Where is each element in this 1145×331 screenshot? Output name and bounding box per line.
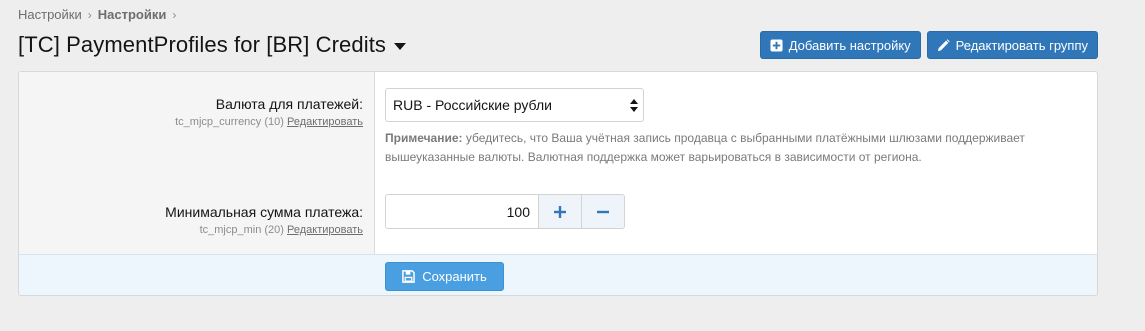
- plus-square-icon: [770, 38, 783, 52]
- currency-note-label: Примечание:: [385, 131, 463, 145]
- currency-option-id: tc_mjcp_currency (10): [175, 116, 284, 128]
- increment-button[interactable]: [538, 195, 581, 228]
- min-amount-edit-link[interactable]: Редактировать: [287, 224, 363, 236]
- form-footer: Сохранить: [19, 254, 1097, 295]
- currency-note-text: убедитесь, что Ваша учётная запись прода…: [385, 131, 1025, 164]
- pencil-icon: [937, 38, 950, 51]
- header-actions: Добавить настройку Редактировать группу: [759, 31, 1098, 59]
- add-setting-button[interactable]: Добавить настройку: [759, 31, 921, 59]
- breadcrumb-chevron-icon: ›: [87, 7, 92, 22]
- breadcrumb-item-settings[interactable]: Настройки: [18, 7, 82, 22]
- edit-group-label: Редактировать группу: [955, 37, 1088, 53]
- save-label: Сохранить: [422, 269, 487, 284]
- minus-icon: [597, 210, 609, 213]
- min-amount-label: Минимальная сумма платежа:: [165, 204, 363, 220]
- page-title: [TC] PaymentProfiles for [BR] Credits: [18, 32, 387, 57]
- edit-group-button[interactable]: Редактировать группу: [926, 31, 1098, 59]
- min-amount-input[interactable]: [386, 195, 538, 228]
- select-arrows-icon: [630, 99, 638, 112]
- currency-select-value: RUB - Российские рубли: [393, 97, 552, 113]
- floppy-disk-icon: [402, 270, 416, 283]
- title-row: [TC] PaymentProfiles for [BR] Credits: [18, 32, 407, 58]
- min-amount-hint: tc_mjcp_min (20) Редактировать: [165, 224, 363, 236]
- min-amount-option-id: tc_mjcp_min (20): [199, 224, 284, 236]
- save-button[interactable]: Сохранить: [385, 262, 504, 291]
- caret-down-icon[interactable]: [394, 42, 407, 50]
- min-amount-stepper: [385, 194, 625, 229]
- settings-form: Валюта для платежей: tc_mjcp_currency (1…: [18, 71, 1098, 296]
- currency-label: Валюта для платежей:: [215, 96, 363, 112]
- breadcrumb-item-settings-current[interactable]: Настройки: [98, 7, 167, 22]
- currency-select[interactable]: RUB - Российские рубли: [385, 88, 644, 122]
- currency-row-label: Валюта для платежей: tc_mjcp_currency (1…: [175, 96, 363, 128]
- add-setting-label: Добавить настройку: [788, 37, 911, 53]
- min-amount-row-label: Минимальная сумма платежа: tc_mjcp_min (…: [165, 204, 363, 236]
- breadcrumb: Настройки › Настройки ›: [18, 7, 182, 22]
- plus-icon: [554, 205, 566, 218]
- decrement-button[interactable]: [581, 195, 624, 228]
- currency-hint: tc_mjcp_currency (10) Редактировать: [175, 116, 363, 128]
- page: Настройки › Настройки › [TC] PaymentProf…: [0, 0, 1145, 331]
- currency-note: Примечание: убедитесь, что Ваша учётная …: [385, 129, 1085, 167]
- breadcrumb-chevron-icon: ›: [172, 7, 177, 22]
- currency-edit-link[interactable]: Редактировать: [287, 116, 363, 128]
